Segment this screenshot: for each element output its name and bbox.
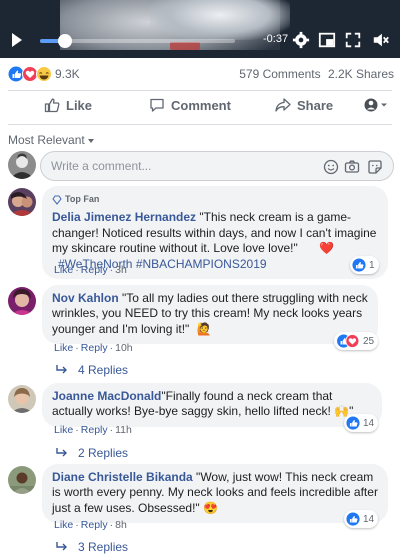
comment-like-link[interactable]: Like bbox=[54, 519, 73, 531]
post-reaction-summary: 9.3K 579 Comments 2.2K Shares bbox=[0, 62, 400, 86]
comment-meta: Like · Reply · 10h bbox=[54, 342, 133, 354]
comment-like-link[interactable]: Like bbox=[54, 424, 73, 436]
like-reaction-icon bbox=[346, 416, 360, 430]
comment-author[interactable]: Joanne MacDonald bbox=[52, 389, 161, 403]
like-label: Like bbox=[66, 97, 93, 113]
comment-sort-dropdown[interactable]: Most Relevant bbox=[8, 133, 94, 147]
comment-button[interactable]: Comment bbox=[149, 97, 231, 113]
post-actions: Like Comment Share bbox=[0, 95, 400, 119]
share-count[interactable]: 2.2K Shares bbox=[328, 67, 394, 81]
like-reaction-icon bbox=[352, 258, 366, 272]
comment-reaction-badge[interactable]: 1 bbox=[350, 256, 379, 274]
video-controls: -0:37 bbox=[0, 30, 400, 52]
progress-knob[interactable] bbox=[58, 34, 73, 48]
reply-arrow-icon bbox=[56, 365, 67, 374]
fullscreen-icon[interactable] bbox=[344, 31, 362, 49]
chevron-down-icon bbox=[87, 138, 94, 143]
view-replies-link[interactable]: 4 Replies bbox=[56, 363, 128, 377]
reaction-count: 1 bbox=[369, 259, 375, 271]
reaction-count: 25 bbox=[363, 335, 375, 347]
commenter-avatar[interactable] bbox=[8, 188, 36, 216]
share-arrow-icon bbox=[275, 98, 291, 112]
user-avatar[interactable] bbox=[8, 151, 36, 179]
heart-eyes-emoji: 😍 bbox=[203, 500, 218, 515]
comment-reply-link[interactable]: Reply bbox=[81, 424, 108, 436]
replies-count: 3 Replies bbox=[78, 540, 129, 554]
camera-icon[interactable] bbox=[344, 159, 360, 175]
comment-meta: Like · Reply · 3h bbox=[54, 264, 127, 276]
comment-bubble-icon bbox=[150, 98, 164, 112]
divider bbox=[8, 124, 392, 125]
comment-timestamp[interactable]: 10h bbox=[115, 342, 133, 354]
comment-author[interactable]: Delia Jimenez Hernandez bbox=[52, 210, 196, 224]
reaction-icons[interactable] bbox=[8, 66, 52, 82]
diamond-badge-icon bbox=[52, 195, 62, 205]
view-replies-link[interactable]: 3 Replies bbox=[56, 540, 128, 554]
settings-gear-icon[interactable] bbox=[292, 31, 310, 49]
audience-selector[interactable] bbox=[364, 98, 388, 112]
reaction-count: 14 bbox=[363, 513, 375, 525]
share-label: Share bbox=[297, 97, 334, 113]
reaction-count[interactable]: 9.3K bbox=[55, 67, 80, 81]
divider bbox=[8, 90, 392, 91]
video-player[interactable]: -0:37 bbox=[0, 0, 400, 58]
like-reaction-icon bbox=[346, 512, 360, 526]
comment-input[interactable] bbox=[51, 159, 291, 173]
heart-emoji: ❤️ bbox=[319, 241, 335, 256]
thumbs-up-icon bbox=[44, 98, 60, 113]
comment-like-link[interactable]: Like bbox=[54, 342, 73, 354]
top-fan-badge: Top Fan bbox=[52, 192, 378, 207]
replies-count: 2 Replies bbox=[78, 446, 129, 460]
comment-composer bbox=[8, 151, 394, 181]
view-replies-link[interactable]: 2 Replies bbox=[56, 446, 128, 460]
like-love-reaction-icons bbox=[337, 334, 360, 348]
hashtag-link[interactable]: #NBACHAMPIONS2019 bbox=[136, 257, 267, 271]
comment-meta: Like · Reply · 8h bbox=[54, 519, 127, 531]
progress-track[interactable] bbox=[40, 34, 235, 48]
commenter-avatar[interactable] bbox=[8, 287, 36, 315]
time-remaining: -0:37 bbox=[263, 33, 289, 45]
comment-bubble: Diane Christelle Bikanda "Wow, just wow!… bbox=[42, 464, 388, 524]
profile-dropdown-icon bbox=[364, 98, 387, 112]
play-icon[interactable] bbox=[12, 33, 22, 47]
volume-muted-icon[interactable] bbox=[372, 31, 390, 49]
comment-like-link[interactable]: Like bbox=[54, 264, 73, 276]
sticker-icon[interactable] bbox=[367, 159, 383, 175]
reaction-count: 14 bbox=[363, 417, 375, 429]
commenter-avatar[interactable] bbox=[8, 385, 36, 413]
comment-author[interactable]: Diane Christelle Bikanda bbox=[52, 470, 193, 484]
like-button[interactable]: Like bbox=[44, 97, 92, 113]
reply-arrow-icon bbox=[56, 448, 67, 457]
comment-reaction-badge[interactable]: 14 bbox=[344, 510, 379, 528]
comment-bubble: Nov Kahlon "To all my ladies out there s… bbox=[42, 285, 378, 345]
comment-reply-link[interactable]: Reply bbox=[81, 264, 108, 276]
comment-reply-link[interactable]: Reply bbox=[81, 342, 108, 354]
comment-count[interactable]: 579 Comments bbox=[239, 67, 320, 81]
comment-share-counts: 579 Comments 2.2K Shares bbox=[239, 67, 394, 81]
comment-bubble: Joanne MacDonald"Finally found a neck cr… bbox=[42, 383, 382, 427]
comment-timestamp[interactable]: 11h bbox=[115, 424, 132, 436]
raised-hand-emoji: 🙋 bbox=[196, 321, 212, 336]
badge-label: Top Fan bbox=[65, 194, 100, 204]
comment-meta: Like · Reply · 11h bbox=[54, 424, 132, 436]
comment-author[interactable]: Nov Kahlon bbox=[52, 291, 119, 305]
comment-timestamp[interactable]: 8h bbox=[115, 519, 127, 531]
comment-reaction-badge[interactable]: 14 bbox=[344, 414, 379, 432]
share-button[interactable]: Share bbox=[275, 97, 333, 113]
reply-arrow-icon bbox=[56, 542, 67, 551]
commenter-avatar[interactable] bbox=[8, 466, 36, 494]
sort-label: Most Relevant bbox=[8, 133, 85, 147]
comment-label: Comment bbox=[171, 97, 231, 113]
emoji-icon[interactable] bbox=[323, 159, 339, 175]
comment-input-box[interactable] bbox=[40, 151, 394, 181]
picture-in-picture-icon[interactable] bbox=[318, 31, 336, 49]
replies-count: 4 Replies bbox=[78, 363, 129, 377]
comment-timestamp[interactable]: 3h bbox=[115, 264, 127, 276]
comment-reaction-badge[interactable]: 25 bbox=[334, 332, 379, 350]
comment-reply-link[interactable]: Reply bbox=[81, 519, 108, 531]
